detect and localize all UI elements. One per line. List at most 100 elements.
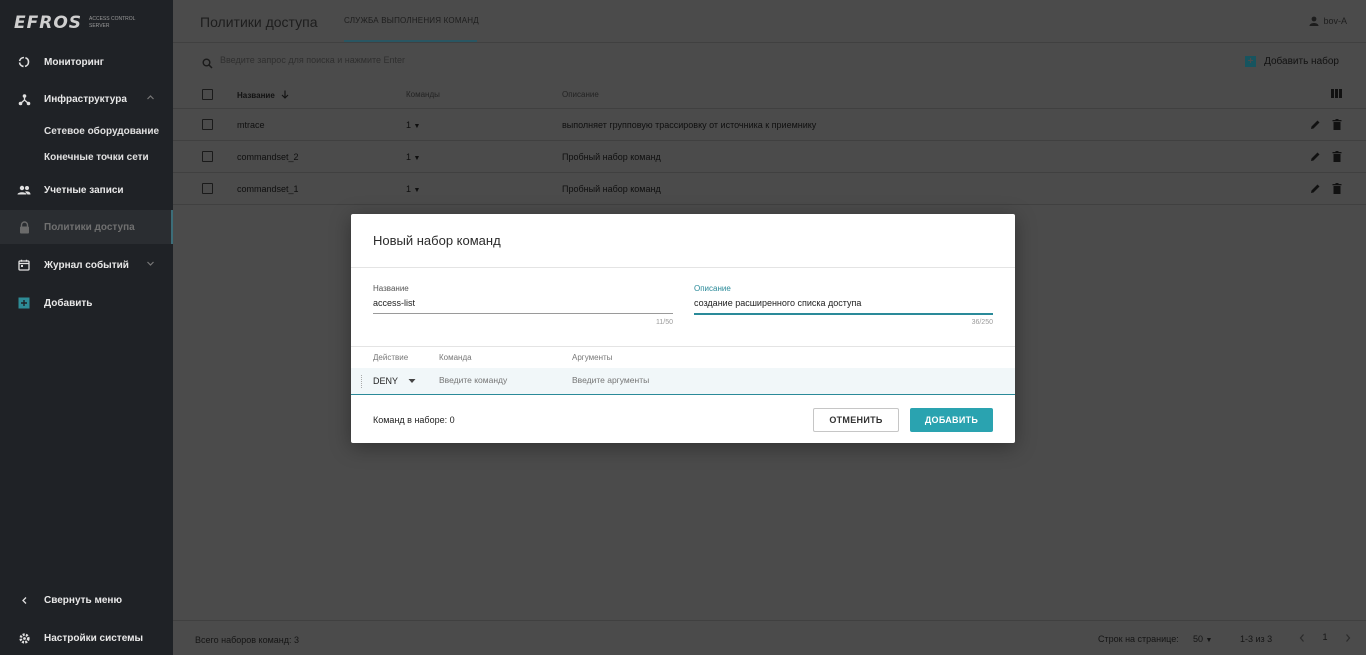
page-number-button[interactable]: 1 [1315,627,1335,647]
sidebar-item-label: Журнал событий [44,259,129,271]
chevron-left-icon [17,593,31,607]
columns-icon[interactable] [1331,89,1342,100]
plus-square-icon [17,296,31,310]
description-char-count: 36/250 [971,319,993,326]
caret-down-icon: ▼ [413,187,421,194]
column-header-label: Название [237,91,275,100]
row-commands-count: 1 [406,152,412,162]
rows-per-page-label: Строк на странице: [1098,634,1179,644]
next-page-icon[interactable] [1344,633,1352,645]
row-commands-dropdown[interactable]: 1 ▼ [406,120,420,130]
user-name: bov-A [1323,16,1347,26]
description-field[interactable] [694,298,992,308]
logo-text: EFROS [14,13,83,33]
delete-icon[interactable] [1332,183,1342,194]
command-count: Команд в наборе: 0 [373,415,455,425]
system-settings-button[interactable]: Настройки системы [0,625,173,651]
rows-per-page-value: 50 [1193,634,1204,644]
sidebar-item-accounts[interactable]: Учетные записи [0,177,173,203]
edit-icon[interactable] [1310,119,1321,130]
row-name: commandset_2 [237,152,299,162]
name-field-underline [373,313,673,314]
new-command-set-dialog: Новый набор команд Название 11/50 Описан… [351,214,1015,443]
divider [351,346,1015,347]
chevron-down-icon [146,259,155,271]
user-menu[interactable]: bov-A [1309,16,1347,26]
delete-icon[interactable] [1332,119,1342,130]
command-row: DENY [351,368,1015,395]
drag-handle[interactable] [361,375,362,388]
sidebar-item-event-log[interactable]: Журнал событий [0,252,173,278]
delete-icon[interactable] [1332,151,1342,162]
sidebar-item-monitoring[interactable]: Мониторинг [0,49,173,75]
arguments-input[interactable] [572,375,772,385]
row-description: Пробный набор команд [562,184,661,194]
system-settings-label: Настройки системы [44,632,144,644]
name-field[interactable] [373,298,671,308]
caret-down-icon: ▼ [413,123,421,130]
logo: EFROS ACCESS CONTROL SERVER [14,12,149,34]
row-commands-dropdown[interactable]: 1 ▼ [406,152,420,162]
row-actions [1310,183,1342,194]
sort-arrow-down-icon [281,90,289,99]
pagination-range: 1-3 из 3 [1240,634,1273,644]
row-actions [1310,119,1342,130]
column-header-description[interactable]: Описание [562,90,599,99]
sidebar-item-infrastructure[interactable]: Инфраструктура [0,86,173,112]
select-all-checkbox[interactable] [202,89,213,100]
row-actions [1310,151,1342,162]
edit-icon[interactable] [1310,151,1321,162]
row-checkbox[interactable] [202,151,213,162]
add-set-label: Добавить набор [1264,56,1339,67]
column-command: Команда [439,353,472,362]
table-row[interactable]: commandset_1 1 ▼ Пробный набор команд [173,173,1366,205]
row-checkbox[interactable] [202,183,213,194]
sidebar: EFROS ACCESS CONTROL SERVER Мониторинг И… [0,0,173,655]
row-commands-dropdown[interactable]: 1 ▼ [406,184,420,194]
sidebar-subitem-network-devices[interactable]: Сетевое оборудование [44,126,159,137]
sidebar-item-label: Добавить [44,297,93,309]
sidebar-item-label: Политики доступа [44,221,135,233]
description-field-underline [694,313,993,315]
row-name: mtrace [237,120,265,130]
caret-down-icon: ▼ [413,155,421,162]
prev-page-icon[interactable] [1298,633,1306,645]
sidebar-item-add[interactable]: Добавить [0,290,173,316]
row-checkbox[interactable] [202,119,213,130]
sidebar-item-access-policies[interactable]: Политики доступа [0,210,173,244]
row-name: commandset_1 [237,184,299,194]
column-arguments: Аргументы [572,353,613,362]
sidebar-item-label: Учетные записи [44,184,124,196]
cancel-button[interactable]: ОТМЕНИТЬ [813,408,899,432]
column-header-name[interactable]: Название [237,90,289,100]
rows-per-page-select[interactable]: 50 ▼ [1193,634,1212,644]
row-description: выполняет групповую трассировку от источ… [562,120,817,130]
add-button[interactable]: ДОБАВИТЬ [910,408,993,432]
search-bar: + Добавить набор [173,44,1366,80]
lock-icon [17,220,31,234]
action-select[interactable]: DENY [373,376,416,386]
collapse-menu-button[interactable]: Свернуть меню [0,587,173,613]
collapse-menu-label: Свернуть меню [44,594,122,606]
table-row[interactable]: mtrace 1 ▼ выполняет групповую трассиров… [173,109,1366,141]
divider [351,267,1015,268]
page-title: Политики доступа [200,14,318,30]
calendar-icon [17,258,31,272]
tab-active-indicator [344,40,477,42]
column-header-commands[interactable]: Команды [406,90,440,99]
sidebar-subitem-endpoints[interactable]: Конечные точки сети [44,152,149,163]
logo-subtitle: ACCESS CONTROL SERVER [89,16,136,29]
network-icon [17,92,31,106]
search-input[interactable] [220,55,720,65]
edit-icon[interactable] [1310,183,1321,194]
row-description: Пробный набор команд [562,152,661,162]
row-commands-count: 1 [406,120,412,130]
name-field-label: Название [373,284,409,293]
name-char-count: 11/50 [656,319,673,326]
table-row[interactable]: commandset_2 1 ▼ Пробный набор команд [173,141,1366,173]
action-value: DENY [373,376,398,386]
add-set-button[interactable]: + Добавить набор [1245,56,1339,67]
tab-command-service[interactable]: Служба выполнения команд [344,16,479,25]
command-input[interactable] [439,375,559,385]
chevron-up-icon [146,93,155,105]
